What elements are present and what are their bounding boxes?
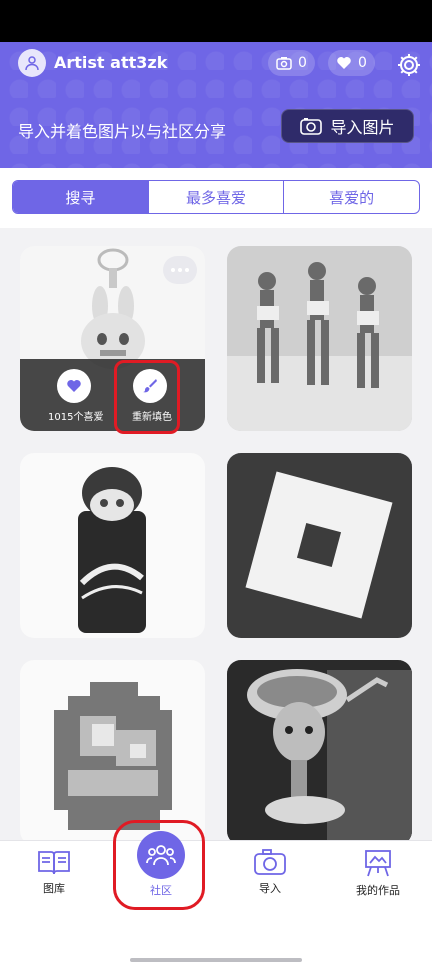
photo-count-badge[interactable]: 0: [268, 50, 315, 76]
dancers-image: [227, 246, 412, 431]
nav-my-works-label: 我的作品: [356, 884, 400, 897]
coca-cola-can-image: [20, 453, 205, 638]
highlight-box: [113, 820, 205, 910]
nav-import-label: 导入: [259, 882, 281, 895]
camera-icon: [300, 118, 323, 135]
nav-gallery[interactable]: 图库: [14, 848, 94, 896]
nav-import[interactable]: 导入: [230, 848, 310, 896]
gallery-card[interactable]: [227, 660, 412, 845]
tab-favorites[interactable]: 喜爱的: [284, 181, 419, 213]
import-image-label: 导入图片: [330, 118, 395, 137]
heart-icon: [67, 380, 81, 392]
tab-bar: 搜寻 最多喜爱 喜爱的: [12, 180, 420, 214]
like-count-badge[interactable]: 0: [328, 50, 375, 76]
photo-count: 0: [298, 55, 307, 71]
roblox-logo-image: [227, 453, 412, 638]
tab-search[interactable]: 搜寻: [13, 181, 149, 213]
like-count: 0: [358, 55, 367, 71]
home-indicator: [130, 958, 302, 962]
like-count-label: 1015个喜爱: [48, 412, 104, 423]
gallery-card[interactable]: [227, 246, 412, 431]
ballerina-image: [227, 660, 412, 840]
gallery-card[interactable]: [20, 453, 205, 638]
highlight-box: [114, 360, 180, 434]
camera-icon: [254, 849, 286, 875]
avatar[interactable]: [18, 49, 46, 77]
gear-icon[interactable]: [396, 52, 422, 78]
gallery-card[interactable]: [20, 660, 205, 845]
easel-icon: [365, 850, 391, 877]
nav-gallery-label: 图库: [43, 882, 65, 895]
nav-my-works[interactable]: 我的作品: [338, 848, 418, 898]
header-subtitle: 导入并着色图片以与社区分享: [18, 122, 227, 141]
more-options-button[interactable]: [163, 256, 197, 284]
import-image-button[interactable]: 导入图片: [281, 109, 414, 143]
username: Artist att3zk: [54, 53, 168, 72]
gallery-card[interactable]: [227, 453, 412, 638]
status-bar: [0, 0, 432, 42]
book-icon: [38, 851, 70, 875]
pixel-orb-image: [20, 660, 205, 840]
like-button[interactable]: [57, 369, 91, 403]
heart-icon: [337, 57, 351, 69]
person-icon: [25, 56, 39, 71]
camera-icon: [276, 57, 292, 70]
tab-most-liked[interactable]: 最多喜爱: [149, 181, 285, 213]
